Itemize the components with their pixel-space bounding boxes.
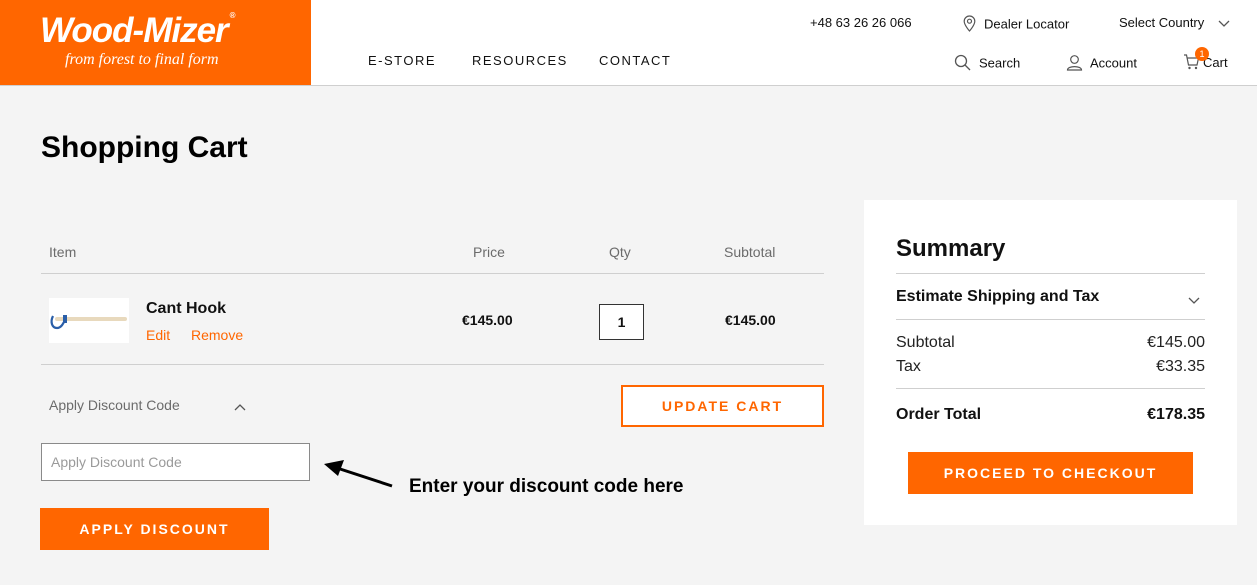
select-country-dropdown[interactable]: Select Country: [1119, 15, 1230, 31]
chevron-down-icon: [1218, 16, 1230, 31]
tax-label: Tax: [896, 358, 921, 375]
summary-divider: [896, 388, 1205, 389]
chevron-up-icon: [234, 398, 246, 414]
summary-divider: [896, 319, 1205, 320]
discount-toggle-label: Apply Discount Code: [49, 397, 180, 413]
search-label: Search: [979, 55, 1021, 71]
edit-link[interactable]: Edit: [146, 327, 170, 343]
order-summary-panel: Summary Estimate Shipping and Tax Subtot…: [864, 200, 1237, 525]
item-price: €145.00: [462, 312, 513, 328]
nav-resources[interactable]: RESOURCES: [472, 53, 568, 68]
nav-estore[interactable]: E-STORE: [368, 53, 436, 68]
location-pin-icon: [963, 15, 976, 35]
product-name[interactable]: Cant Hook: [146, 300, 226, 318]
user-icon: [1066, 54, 1083, 74]
account-button[interactable]: Account: [1066, 54, 1137, 74]
column-header-item: Item: [49, 244, 77, 260]
subtotal-label: Subtotal: [896, 334, 955, 351]
table-row-divider: [41, 364, 824, 365]
column-header-qty: Qty: [609, 244, 631, 260]
cart-count-badge: 1: [1195, 47, 1209, 61]
order-total-value: €178.35: [1147, 406, 1205, 423]
logo-tagline: from forest to final form: [65, 51, 219, 68]
order-total-label: Order Total: [896, 406, 982, 423]
summary-divider: [896, 273, 1205, 274]
search-icon: [954, 54, 971, 74]
estimate-shipping-label: Estimate Shipping and Tax: [896, 288, 1100, 305]
apply-discount-button[interactable]: APPLY DISCOUNT: [40, 508, 269, 550]
remove-link[interactable]: Remove: [191, 327, 243, 343]
select-country-label: Select Country: [1119, 15, 1205, 30]
account-label: Account: [1090, 55, 1137, 71]
tax-value: €33.35: [1156, 358, 1205, 375]
update-cart-button[interactable]: UPDATE CART: [621, 385, 824, 427]
table-header-divider: [41, 273, 824, 274]
proceed-to-checkout-button[interactable]: PROCEED TO CHECKOUT: [908, 452, 1193, 494]
dealer-locator-link[interactable]: Dealer Locator: [963, 15, 1069, 35]
annotation-arrow-icon: [324, 460, 393, 488]
product-thumbnail[interactable]: [49, 298, 129, 343]
item-subtotal: €145.00: [725, 312, 776, 328]
discount-code-toggle[interactable]: Apply Discount Code: [49, 397, 246, 414]
discount-code-input[interactable]: [41, 443, 310, 481]
site-header: Wood-Mizer ® from forest to final form +4…: [0, 0, 1257, 86]
chevron-down-icon: [1188, 292, 1200, 310]
phone-link[interactable]: +48 63 26 26 066: [810, 15, 912, 30]
dealer-locator-label: Dealer Locator: [984, 16, 1070, 32]
brand-logo[interactable]: Wood-Mizer ® from forest to final form: [0, 0, 311, 85]
annotation-text: Enter your discount code here: [409, 476, 684, 497]
column-header-price: Price: [473, 244, 505, 260]
estimate-shipping-toggle[interactable]: Estimate Shipping and Tax: [896, 288, 1099, 306]
summary-title: Summary: [896, 235, 1006, 262]
column-header-subtotal: Subtotal: [724, 244, 776, 260]
page-title: Shopping Cart: [41, 131, 248, 164]
nav-contact[interactable]: CONTACT: [599, 53, 671, 68]
logo-wordmark: Wood-Mizer ®: [40, 11, 236, 50]
quantity-input[interactable]: 1: [599, 304, 644, 340]
search-button[interactable]: Search: [954, 54, 1020, 74]
subtotal-value: €145.00: [1147, 334, 1205, 351]
